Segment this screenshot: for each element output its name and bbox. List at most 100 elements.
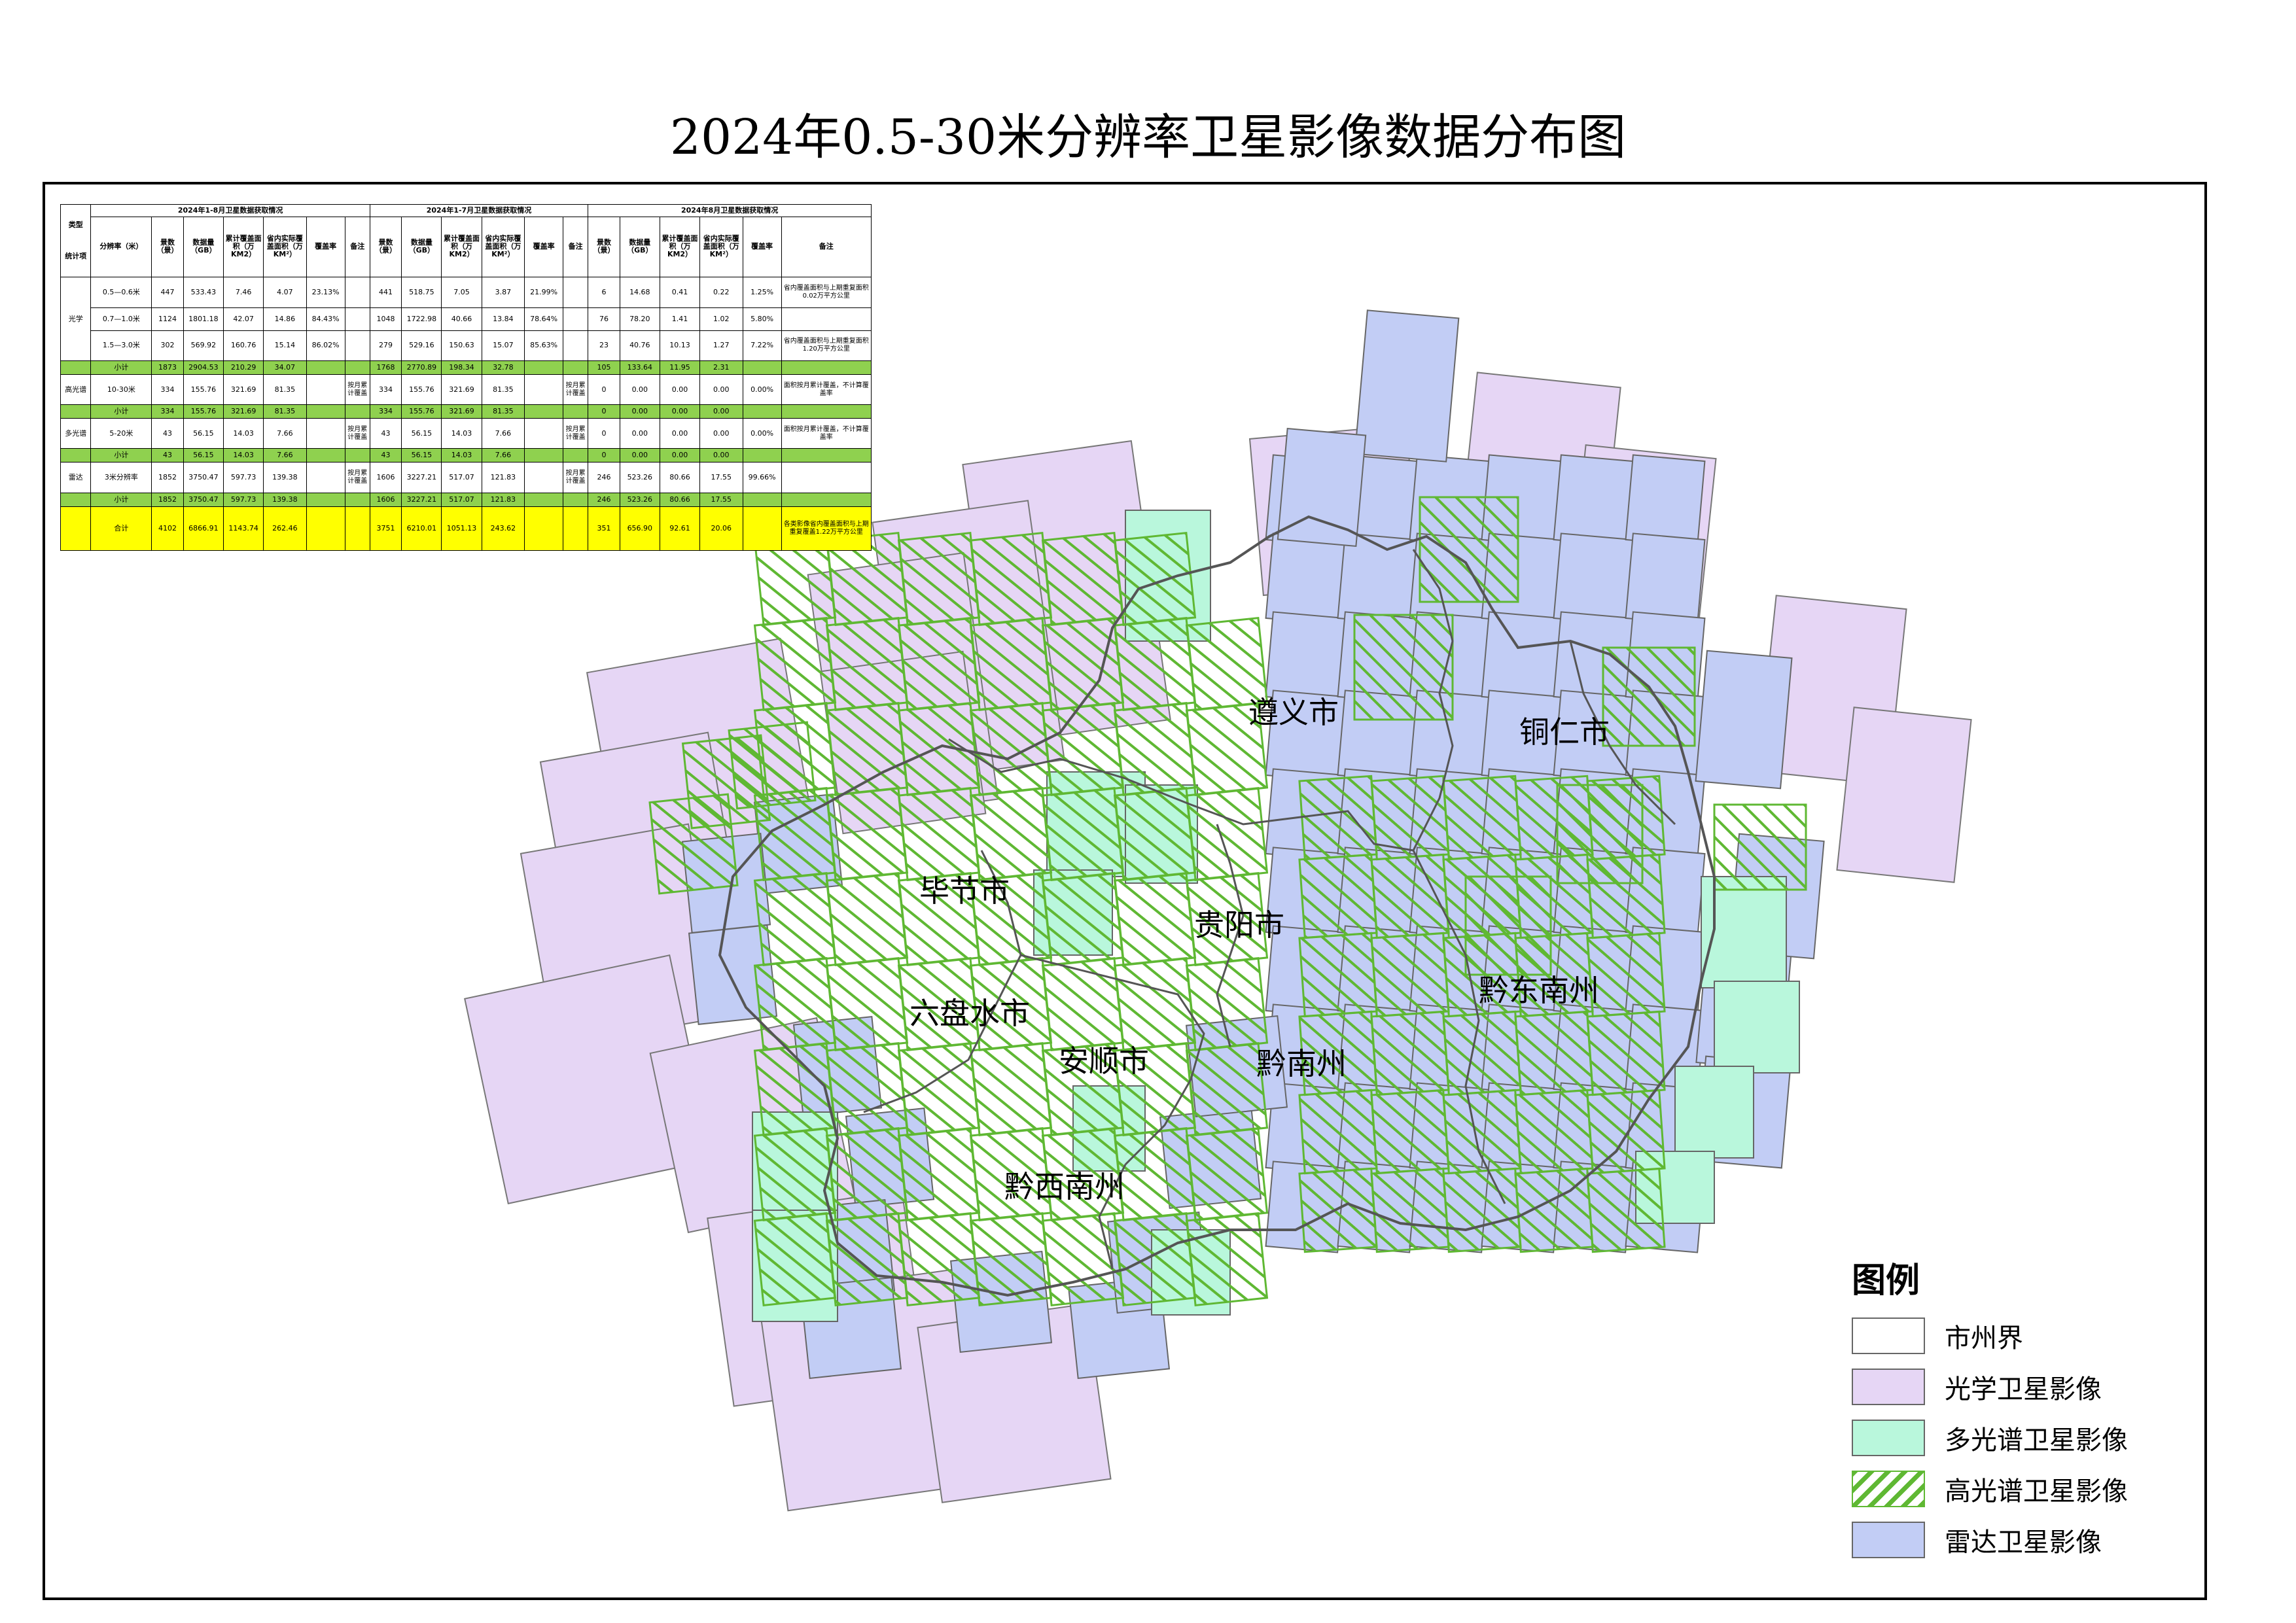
table-cell: 1.27 xyxy=(699,330,743,361)
table-cell: 小计 xyxy=(90,448,152,463)
radar-footprint xyxy=(1277,428,1367,547)
hyperspectral-footprint xyxy=(1370,1089,1450,1175)
city-label-qianxinan: 黔西南州 xyxy=(1004,1169,1125,1204)
hyperspectral-footprint xyxy=(753,616,837,712)
table-row: 多光谱 5-20米 43 56.15 14.03 7.66 按月累计覆盖 43 56.15 14.… xyxy=(60,418,872,449)
legend-label: 高光谱卫星影像 xyxy=(1945,1476,2128,1507)
table-cell xyxy=(344,277,370,308)
table-cell xyxy=(306,462,345,493)
table-cell: 7.22% xyxy=(742,330,782,361)
radar-footprint xyxy=(1265,611,1346,704)
table-cell: 78.64% xyxy=(524,307,564,331)
hyperspectral-footprint xyxy=(897,1041,981,1137)
table-cell xyxy=(344,506,370,551)
hyperspectral-footprint xyxy=(1298,853,1378,939)
table-cell xyxy=(60,506,92,551)
hyperspectral-footprint xyxy=(753,956,837,1052)
hyperspectral-footprint xyxy=(1370,932,1450,1018)
table-cell xyxy=(742,492,782,507)
col-header: 备注 xyxy=(781,216,872,278)
table-cell: 56.15 xyxy=(401,448,442,463)
table-cell xyxy=(781,448,872,463)
table-cell xyxy=(781,462,872,493)
hyperspectral-footprint xyxy=(897,531,981,627)
table-cell: 15.07 xyxy=(481,330,525,361)
table-cell: 1048 xyxy=(369,307,402,331)
radar-footprint xyxy=(1625,454,1706,547)
table-cell: 3米分辨率 xyxy=(90,462,152,493)
hyperspectral-footprint xyxy=(1185,1126,1269,1222)
col-header: 分辨率（米） xyxy=(90,216,152,278)
hyperspectral-footprint xyxy=(1370,775,1450,861)
hyperspectral-footprint xyxy=(1185,1212,1269,1307)
table-cell: 0.00% xyxy=(742,418,782,449)
city-label-anshun: 安顺市 xyxy=(1059,1043,1149,1079)
table-cell: 0 xyxy=(588,404,620,419)
hyperspectral-footprint xyxy=(1185,1041,1269,1137)
table-cell xyxy=(563,307,589,331)
table-cell: 80.66 xyxy=(659,462,701,493)
table-row: 合计 4102 6866.91 1143.74 262.46 3751 6210.01 105… xyxy=(60,506,872,551)
hyperspectral-footprint xyxy=(1514,1010,1594,1096)
table-cell: 3751 xyxy=(369,506,402,551)
city-label-zunyi: 遵义市 xyxy=(1248,695,1339,730)
hyperspectral-footprint xyxy=(1370,1010,1450,1096)
table-cell: 43 xyxy=(151,448,184,463)
hyperspectral-footprint xyxy=(753,1126,837,1222)
radar-footprint xyxy=(1553,454,1634,547)
table-cell: 0.00 xyxy=(659,418,701,449)
table-cell: 17.55 xyxy=(699,462,743,493)
table-cell: 0.00 xyxy=(699,418,743,449)
table-cell: 0 xyxy=(588,448,620,463)
legend-item-multispectral: 多光谱卫星影像 xyxy=(1852,1418,2166,1457)
table-cell: 1606 xyxy=(369,462,402,493)
table-cell: 2.31 xyxy=(699,360,743,375)
table-cell: 0 xyxy=(588,374,620,406)
table-cell: 279 xyxy=(369,330,402,361)
radar-footprint xyxy=(1354,309,1460,462)
col-header: 累计覆盖面积（万KM2） xyxy=(441,216,482,278)
table-cell xyxy=(563,448,589,463)
col-header: 累计覆盖面积（万KM2） xyxy=(659,216,701,278)
table-cell: 3227.21 xyxy=(401,462,442,493)
table-cell: 321.69 xyxy=(222,404,264,419)
table-cell: 334 xyxy=(369,404,402,419)
table-cell: 334 xyxy=(151,404,184,419)
table-cell: 11.95 xyxy=(659,360,701,375)
table-cell: 523.26 xyxy=(619,462,660,493)
hyperspectral-footprint xyxy=(1298,775,1378,861)
hyperspectral-footprint xyxy=(825,871,909,967)
table-cell xyxy=(563,492,589,507)
table-cell: 0.00 xyxy=(659,448,701,463)
hyperspectral-footprint xyxy=(825,1212,909,1307)
table-cell: 23 xyxy=(588,330,620,361)
table-cell: 529.16 xyxy=(401,330,442,361)
table-cell: 0.22 xyxy=(699,277,743,308)
table-cell: 150.63 xyxy=(441,330,482,361)
table-cell: 14.86 xyxy=(263,307,307,331)
hyperspectral-footprint xyxy=(753,1212,837,1307)
hyperspectral-footprint xyxy=(897,1212,981,1307)
table-cell: 1.41 xyxy=(659,307,701,331)
table-cell: 34.07 xyxy=(263,360,307,375)
table-cell: 14.03 xyxy=(441,418,482,449)
city-label-qiandongnan: 黔东南州 xyxy=(1479,973,1599,1008)
table-cell xyxy=(60,492,92,507)
table-cell: 334 xyxy=(369,374,402,406)
table-cell: 15.14 xyxy=(263,330,307,361)
table-cell xyxy=(344,404,370,419)
table-cell: 0.00 xyxy=(699,374,743,406)
city-label-qiannan: 黔南州 xyxy=(1256,1046,1347,1081)
hyperspectral-footprint xyxy=(1113,701,1197,797)
table-cell xyxy=(742,448,782,463)
table-cell: 321.69 xyxy=(441,404,482,419)
table-cell: 按月累计覆盖 xyxy=(563,374,589,406)
table-cell: 40.66 xyxy=(441,307,482,331)
table-cell: 0.5—0.6米 xyxy=(90,277,152,308)
table-cell: 1801.18 xyxy=(183,307,224,331)
table-row: 小计 334 155.76 321.69 81.35 334 155.76 321.69 81.… xyxy=(60,404,872,419)
table-cell: 243.62 xyxy=(481,506,525,551)
table-cell: 3.87 xyxy=(481,277,525,308)
col-header: 数据量（GB） xyxy=(401,216,442,278)
group-header-2: 2024年1-7月卫星数据获取情况 xyxy=(369,204,589,217)
